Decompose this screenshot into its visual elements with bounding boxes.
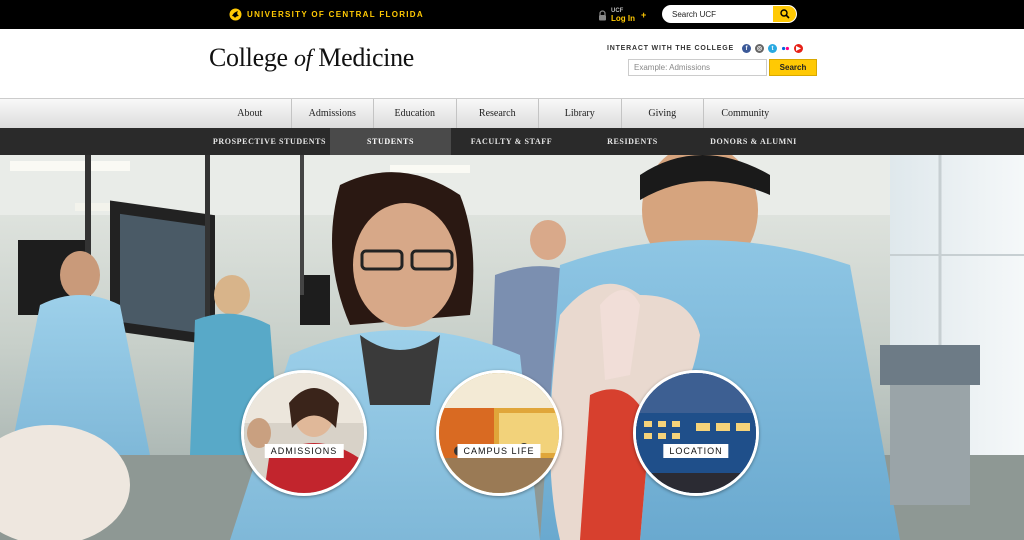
college-search: Search [628,59,817,76]
campus-life-circle-label: CAMPUS LIFE [457,444,541,458]
ucf-logo-link[interactable]: UNIVERSITY OF CENTRAL FLORIDA [229,8,424,21]
ucf-search-box [662,5,797,23]
login-label: Log In [611,14,635,23]
nav-about[interactable]: About [209,99,292,128]
pegasus-icon [229,8,242,21]
hero-banner: ADMISSIONS CAMPUS LIFE LOCATION [0,155,1024,540]
admissions-photo [244,373,364,493]
title-part-of: of [293,46,313,72]
audience-residents[interactable]: RESIDENTS [572,128,693,155]
audience-prospective-students[interactable]: PROSPECTIVE STUDENTS [209,128,330,155]
ucf-name: UNIVERSITY OF CENTRAL FLORIDA [247,10,424,19]
title-part-college: College [209,43,294,72]
college-header: College of Medicine INTERACT WITH THE CO… [0,29,1024,98]
nav-admissions[interactable]: Admissions [292,99,374,128]
location-circle-link[interactable]: LOCATION [633,370,759,496]
location-photo [636,373,756,493]
nav-library[interactable]: Library [539,99,622,128]
audience-donors-alumni[interactable]: DONORS & ALUMNI [693,128,814,155]
main-nav: About Admissions Education Research Libr… [0,98,1024,128]
location-circle-label: LOCATION [663,444,729,458]
login-link[interactable]: UCF Log In + [598,7,646,23]
facebook-icon[interactable]: f [741,44,751,53]
instagram-icon[interactable]: ◎ [754,44,764,53]
college-title[interactable]: College of Medicine [209,43,414,73]
audience-students[interactable]: STUDENTS [330,128,451,155]
social-bar: INTERACT WITH THE COLLEGE f ◎ t ▶ [607,44,803,53]
nav-education[interactable]: Education [374,99,457,128]
search-icon [779,9,790,19]
college-search-button[interactable]: Search [769,59,817,76]
lock-icon [599,9,606,20]
admissions-circle-link[interactable]: ADMISSIONS [241,370,367,496]
youtube-icon[interactable]: ▶ [793,44,803,53]
ucf-top-bar: UNIVERSITY OF CENTRAL FLORIDA UCF Log In… [0,0,1024,29]
flickr-icon[interactable] [780,44,790,53]
audience-faculty-staff[interactable]: FACULTY & STAFF [451,128,572,155]
campus-life-photo [439,373,559,493]
nav-giving[interactable]: Giving [622,99,704,128]
title-part-medicine: Medicine [312,43,415,72]
login-plus-icon: + [641,10,647,20]
admissions-circle-label: ADMISSIONS [264,444,344,458]
audience-nav: PROSPECTIVE STUDENTS STUDENTS FACULTY & … [0,128,1024,155]
nav-community[interactable]: Community [704,99,787,128]
ucf-search-input[interactable] [663,6,773,22]
college-search-input[interactable] [628,59,767,76]
twitter-icon[interactable]: t [767,44,777,53]
nav-research[interactable]: Research [457,99,539,128]
campus-life-circle-link[interactable]: CAMPUS LIFE [436,370,562,496]
ucf-search-button[interactable] [773,6,796,22]
interact-label: INTERACT WITH THE COLLEGE [607,45,734,52]
